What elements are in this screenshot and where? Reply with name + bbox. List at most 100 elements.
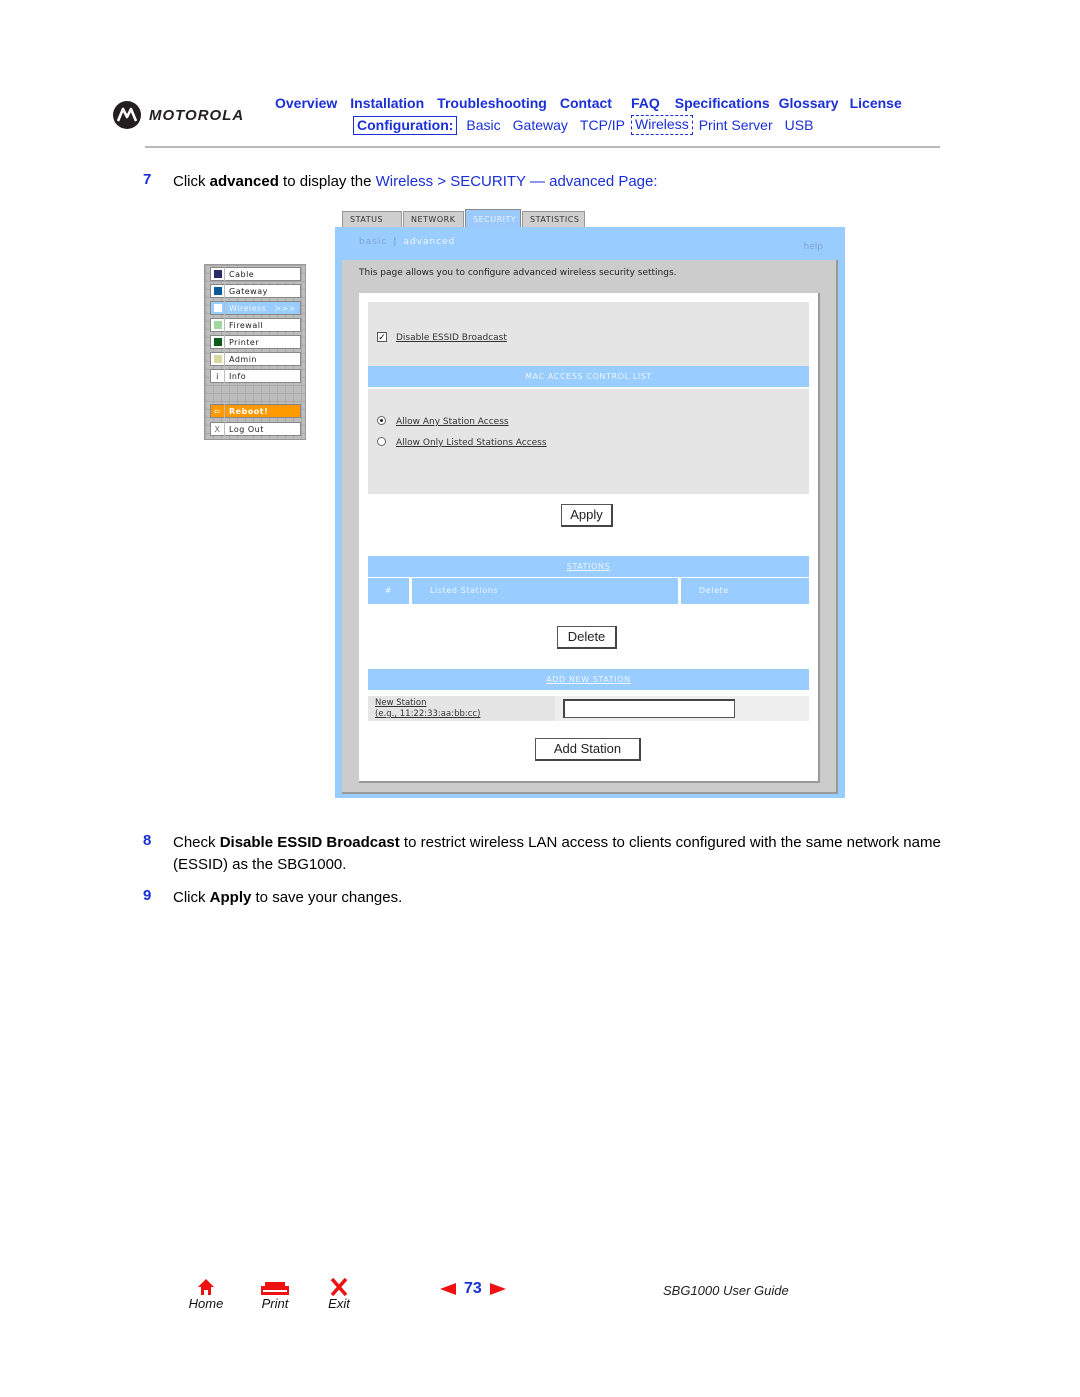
- menu-item-wireless[interactable]: Wireless >>>: [210, 301, 301, 315]
- nav-print-server[interactable]: Print Server: [699, 117, 773, 133]
- menu-item-firewall[interactable]: Firewall: [210, 318, 301, 332]
- tab-statistics[interactable]: STATISTICS: [522, 211, 585, 227]
- page-number: 73: [464, 1280, 482, 1297]
- menu-label: Gateway: [229, 286, 268, 296]
- nav-basic[interactable]: Basic: [466, 117, 500, 133]
- config-navigation: Configuration: Basic Gateway TCP/IP Wire…: [353, 115, 825, 135]
- menu-item-printer[interactable]: Printer: [210, 335, 301, 349]
- essid-section: ✓ Disable ESSID Broadcast: [368, 302, 809, 366]
- step-text: Click Apply to save your changes.: [173, 887, 943, 909]
- step-number: 7: [143, 171, 152, 188]
- configuration-label: Configuration:: [353, 115, 458, 135]
- menu-item-cable[interactable]: Cable: [210, 267, 301, 281]
- mac-acl-section: Allow Any Station Access Allow Only List…: [368, 389, 809, 494]
- tab-status[interactable]: STATUS: [342, 211, 402, 227]
- menu-item-admin[interactable]: Admin: [210, 352, 301, 366]
- nav-specifications[interactable]: Specifications: [675, 95, 770, 111]
- nav-tcpip[interactable]: TCP/IP: [580, 117, 625, 133]
- text: Click: [173, 173, 210, 190]
- step-number: 8: [143, 832, 152, 849]
- column-delete: Delete: [681, 578, 809, 604]
- tab-security[interactable]: SECURITY: [465, 209, 521, 227]
- menu-label: Admin: [229, 354, 257, 364]
- info-icon: i: [211, 369, 225, 383]
- top-navigation: Overview Installation Troubleshooting Co…: [275, 95, 915, 111]
- admin-icon: [211, 352, 225, 366]
- menu-label: Cable: [229, 269, 255, 279]
- exit-icon: [330, 1278, 348, 1296]
- allow-any-radio[interactable]: [377, 416, 386, 425]
- menu-label: Printer: [229, 337, 260, 347]
- menu-item-info[interactable]: i Info: [210, 369, 301, 383]
- menu-label: Wireless: [229, 303, 267, 313]
- text: :: [653, 173, 658, 190]
- nav-glossary[interactable]: Glossary: [779, 95, 839, 111]
- nav-installation[interactable]: Installation: [350, 95, 424, 111]
- stations-header: STATIONS: [368, 556, 809, 577]
- new-station-row: New Station (e.g., 11:22:33:aa:bb:cc): [368, 696, 809, 721]
- next-page-arrow-icon[interactable]: [489, 1283, 506, 1295]
- nav-wireless-current[interactable]: Wireless: [631, 115, 693, 135]
- apply-button[interactable]: Apply: [561, 504, 613, 527]
- brand-name: MOTOROLA: [149, 106, 245, 124]
- menu-item-reboot[interactable]: ⇦ Reboot!: [210, 404, 301, 418]
- print-button[interactable]: Print: [257, 1278, 293, 1311]
- printer-icon: [211, 335, 225, 349]
- tab-network[interactable]: NETWORK: [403, 211, 464, 227]
- previous-page-arrow-icon[interactable]: [440, 1283, 456, 1295]
- add-station-button[interactable]: Add Station: [535, 738, 641, 761]
- menu-label: Info: [229, 371, 247, 381]
- security-subnav: basic | advanced: [359, 237, 455, 247]
- nav-usb[interactable]: USB: [785, 117, 814, 133]
- header-divider: [145, 146, 940, 148]
- delete-button[interactable]: Delete: [557, 626, 617, 649]
- intro-text: This page allows you to configure advanc…: [359, 268, 677, 278]
- column-number: #: [368, 578, 409, 604]
- nav-overview[interactable]: Overview: [275, 95, 337, 111]
- nav-faq[interactable]: FAQ: [631, 95, 660, 111]
- column-listed-stations: Listed Stations: [412, 578, 678, 604]
- emphasis: Disable ESSID Broadcast: [219, 834, 400, 851]
- allow-listed-label[interactable]: Allow Only Listed Stations Access: [396, 438, 547, 448]
- new-station-input[interactable]: [563, 699, 735, 718]
- exit-button[interactable]: Exit: [325, 1278, 353, 1311]
- emphasis: advanced: [209, 173, 279, 190]
- menu-label: Reboot!: [229, 406, 269, 416]
- emphasis: Apply: [209, 889, 252, 906]
- logout-icon: X: [211, 422, 225, 436]
- help-link[interactable]: help: [804, 242, 823, 252]
- nav-troubleshooting[interactable]: Troubleshooting: [437, 95, 547, 111]
- text: to display the: [278, 173, 376, 190]
- print-label: Print: [261, 1296, 289, 1311]
- nav-gateway[interactable]: Gateway: [513, 117, 568, 133]
- subnav-separator: |: [393, 237, 398, 247]
- menu-item-gateway[interactable]: Gateway: [210, 284, 301, 298]
- step-text: Click advanced to display the Wireless >…: [173, 171, 943, 193]
- text: Check: [173, 834, 220, 851]
- nav-license[interactable]: License: [850, 95, 902, 111]
- text: to save your changes.: [251, 889, 403, 906]
- disable-essid-checkbox[interactable]: ✓: [377, 332, 387, 342]
- exit-label: Exit: [328, 1296, 350, 1311]
- security-advanced-panel: basic | advanced help This page allows you…: [335, 227, 845, 798]
- menu-label: Firewall: [229, 320, 264, 330]
- subnav-basic[interactable]: basic: [359, 237, 387, 247]
- step-text: Check Disable ESSID Broadcast to restric…: [173, 832, 943, 876]
- home-icon: [198, 1279, 214, 1295]
- menu-label: Log Out: [229, 424, 264, 434]
- print-icon: [261, 1282, 289, 1295]
- cable-icon: [211, 267, 225, 281]
- settings-form: ✓ Disable ESSID Broadcast MAC ACCESS CON…: [359, 293, 820, 783]
- home-button[interactable]: Home: [187, 1278, 225, 1311]
- subnav-advanced[interactable]: advanced: [403, 237, 455, 247]
- new-station-label: New Station: [375, 698, 427, 708]
- allow-listed-radio[interactable]: [377, 437, 386, 446]
- menu-item-logout[interactable]: X Log Out: [210, 422, 301, 436]
- allow-any-label[interactable]: Allow Any Station Access: [396, 417, 509, 427]
- gateway-icon: [211, 284, 225, 298]
- page-reference-link[interactable]: Wireless > SECURITY — advanced Page: [376, 173, 654, 190]
- disable-essid-label[interactable]: Disable ESSID Broadcast: [396, 333, 507, 343]
- wireless-icon: [211, 301, 225, 315]
- nav-contact[interactable]: Contact: [560, 95, 612, 111]
- content-frame: This page allows you to configure advanc…: [342, 260, 838, 794]
